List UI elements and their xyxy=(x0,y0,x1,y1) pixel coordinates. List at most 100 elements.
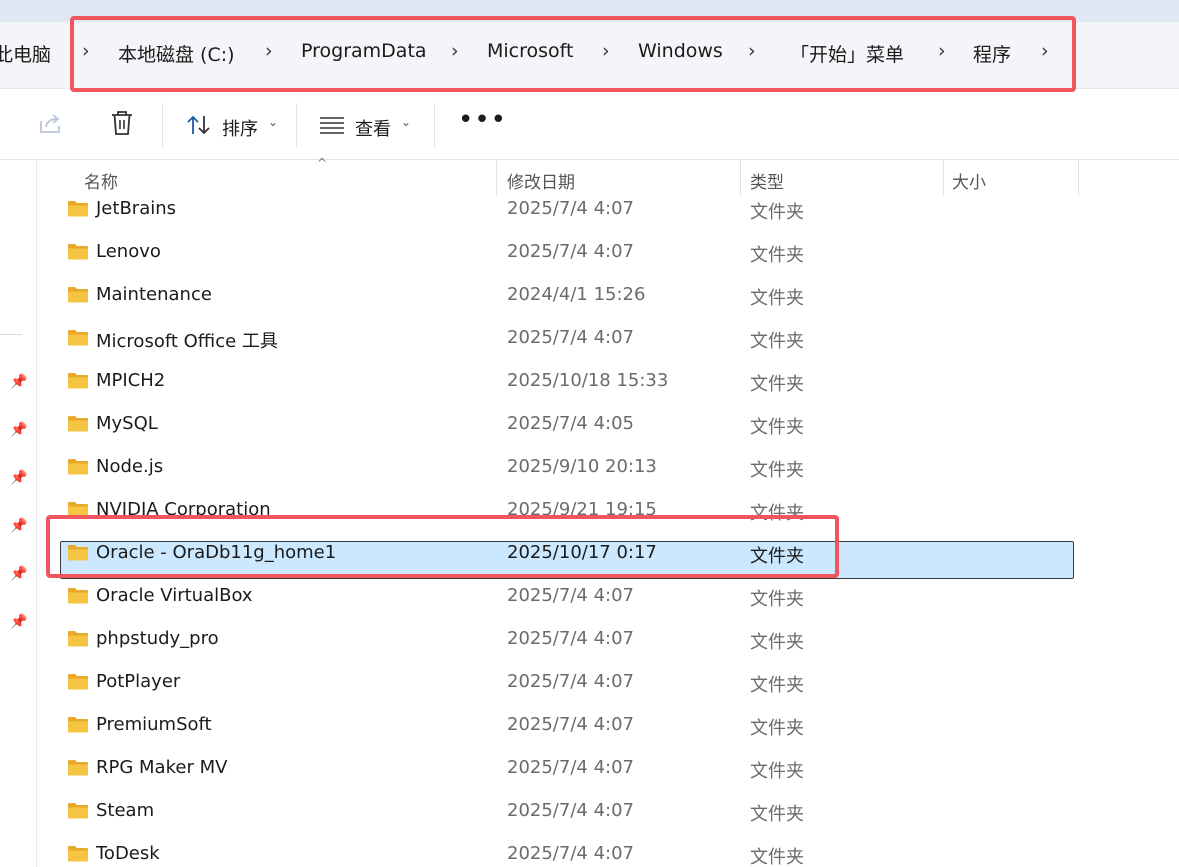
file-row[interactable]: Node.js 2025/9/10 20:13 文件夹 xyxy=(37,454,1179,497)
file-type: 文件夹 xyxy=(750,374,804,395)
file-row[interactable]: MySQL 2025/7/4 4:05 文件夹 xyxy=(37,411,1179,454)
pin-icon[interactable]: 📌 xyxy=(10,566,27,582)
breadcrumb-programdata[interactable]: ProgramData xyxy=(301,40,427,62)
breadcrumb-separator-icon[interactable]: › xyxy=(602,40,610,62)
folder-icon xyxy=(67,415,89,432)
column-header-date[interactable]: 修改日期 xyxy=(507,168,575,193)
title-strip xyxy=(0,0,1179,22)
view-list-icon[interactable] xyxy=(319,116,345,138)
breadcrumb-this-pc[interactable]: 此电脑 xyxy=(0,40,51,67)
file-row[interactable]: Maintenance 2024/4/1 15:26 文件夹 xyxy=(37,282,1179,325)
file-type: 文件夹 xyxy=(750,503,804,524)
folder-icon xyxy=(67,716,89,733)
column-header-type[interactable]: 类型 xyxy=(750,168,784,193)
view-button[interactable]: 查看 xyxy=(355,115,391,141)
sort-button[interactable]: 排序 xyxy=(222,115,258,141)
file-name: Oracle - OraDb11g_home1 xyxy=(96,542,337,563)
chevron-down-icon[interactable]: ⌄ xyxy=(268,115,278,129)
file-name: Oracle VirtualBox xyxy=(96,585,253,606)
file-row[interactable]: Oracle VirtualBox 2025/7/4 4:07 文件夹 xyxy=(37,583,1179,626)
folder-icon xyxy=(67,286,89,303)
file-row[interactable]: JetBrains 2025/7/4 4:07 文件夹 xyxy=(37,196,1179,239)
nav-divider xyxy=(0,334,22,335)
file-date-modified: 2025/7/4 4:07 xyxy=(507,628,634,649)
breadcrumb-separator-icon[interactable]: › xyxy=(1041,40,1049,62)
column-header: ^ 名称 修改日期 类型 大小 xyxy=(37,156,1179,196)
file-row[interactable]: ToDesk 2025/7/4 4:07 文件夹 xyxy=(37,841,1179,867)
sort-icon[interactable] xyxy=(186,114,212,140)
pin-icon[interactable]: 📌 xyxy=(10,422,27,438)
file-type: 文件夹 xyxy=(750,675,804,696)
file-row[interactable]: PremiumSoft 2025/7/4 4:07 文件夹 xyxy=(37,712,1179,755)
pin-icon[interactable]: 📌 xyxy=(10,470,27,486)
file-type: 文件夹 xyxy=(750,417,804,438)
breadcrumb-separator-icon[interactable]: › xyxy=(265,40,273,62)
breadcrumb-microsoft[interactable]: Microsoft xyxy=(487,40,573,62)
column-divider[interactable] xyxy=(1078,160,1079,196)
file-type: 文件夹 xyxy=(750,331,804,352)
file-row[interactable]: RPG Maker MV 2025/7/4 4:07 文件夹 xyxy=(37,755,1179,798)
folder-icon xyxy=(67,200,89,217)
breadcrumb-separator-icon[interactable]: › xyxy=(451,40,459,62)
breadcrumb-separator-icon[interactable]: › xyxy=(82,40,90,62)
file-name: PremiumSoft xyxy=(96,714,212,735)
file-type: 文件夹 xyxy=(750,847,804,867)
file-row[interactable]: Oracle - OraDb11g_home1 2025/10/17 0:17 文件… xyxy=(37,540,1179,583)
toolbar-divider xyxy=(434,103,435,147)
folder-icon xyxy=(67,630,89,647)
file-date-modified: 2025/7/4 4:07 xyxy=(507,241,634,262)
file-row[interactable]: NVIDIA Corporation 2025/9/21 19:15 文件夹 xyxy=(37,497,1179,540)
pin-icon[interactable]: 📌 xyxy=(10,374,27,390)
file-date-modified: 2025/7/4 4:07 xyxy=(507,800,634,821)
folder-icon xyxy=(67,458,89,475)
breadcrumb-start-menu[interactable]: 「开始」菜单 xyxy=(790,40,904,67)
file-name: Steam xyxy=(96,800,155,821)
trash-icon[interactable] xyxy=(110,110,134,140)
folder-icon xyxy=(67,329,89,346)
breadcrumb-separator-icon[interactable]: › xyxy=(938,40,946,62)
file-date-modified: 2025/9/10 20:13 xyxy=(507,456,657,477)
file-row[interactable]: MPICH2 2025/10/18 15:33 文件夹 xyxy=(37,368,1179,411)
column-header-size[interactable]: 大小 xyxy=(952,168,986,193)
command-bar: 排序 ⌄ 查看 ⌄ ••• xyxy=(0,89,1179,160)
pin-icon[interactable]: 📌 xyxy=(10,614,27,630)
sort-ascending-icon: ^ xyxy=(317,156,328,170)
column-divider[interactable] xyxy=(496,160,497,196)
breadcrumb-programs[interactable]: 程序 xyxy=(973,40,1011,67)
share-icon[interactable] xyxy=(38,111,64,139)
file-name: MPICH2 xyxy=(96,370,166,391)
breadcrumb-local-disk[interactable]: 本地磁盘 (C:) xyxy=(118,40,235,67)
file-row[interactable]: Steam 2025/7/4 4:07 文件夹 xyxy=(37,798,1179,841)
folder-icon xyxy=(67,544,89,561)
file-list[interactable]: JetBrains 2025/7/4 4:07 文件夹 Lenovo 2025/7/4 … xyxy=(37,196,1179,867)
column-divider[interactable] xyxy=(740,160,741,196)
navigation-pane[interactable]: 📌 📌 📌 📌 📌 📌 xyxy=(0,160,37,867)
column-header-name[interactable]: 名称 xyxy=(84,168,118,193)
file-type: 文件夹 xyxy=(750,761,804,782)
column-divider[interactable] xyxy=(943,160,944,196)
folder-icon xyxy=(67,759,89,776)
more-icon[interactable]: ••• xyxy=(458,105,507,135)
folder-icon xyxy=(67,673,89,690)
file-row[interactable]: phpstudy_pro 2025/7/4 4:07 文件夹 xyxy=(37,626,1179,669)
file-name: ToDesk xyxy=(96,843,160,864)
file-date-modified: 2025/7/4 4:07 xyxy=(507,757,634,778)
file-date-modified: 2025/7/4 4:07 xyxy=(507,585,634,606)
breadcrumb-separator-icon[interactable]: › xyxy=(748,40,756,62)
file-row[interactable]: Microsoft Office 工具 2025/7/4 4:07 文件夹 xyxy=(37,325,1179,368)
file-name: Lenovo xyxy=(96,241,161,262)
file-name: Microsoft Office 工具 xyxy=(96,331,278,352)
pin-icon[interactable]: 📌 xyxy=(10,518,27,534)
folder-icon xyxy=(67,845,89,862)
file-date-modified: 2025/10/18 15:33 xyxy=(507,370,669,391)
address-bar[interactable]: 此电脑 › 本地磁盘 (C:) › ProgramData › Microsof… xyxy=(0,22,1179,89)
chevron-down-icon[interactable]: ⌄ xyxy=(401,115,411,129)
folder-icon xyxy=(67,372,89,389)
file-row[interactable]: PotPlayer 2025/7/4 4:07 文件夹 xyxy=(37,669,1179,712)
file-date-modified: 2024/4/1 15:26 xyxy=(507,284,646,305)
file-date-modified: 2025/7/4 4:07 xyxy=(507,671,634,692)
file-type: 文件夹 xyxy=(750,589,804,610)
folder-icon xyxy=(67,243,89,260)
file-row[interactable]: Lenovo 2025/7/4 4:07 文件夹 xyxy=(37,239,1179,282)
breadcrumb-windows[interactable]: Windows xyxy=(638,40,723,62)
